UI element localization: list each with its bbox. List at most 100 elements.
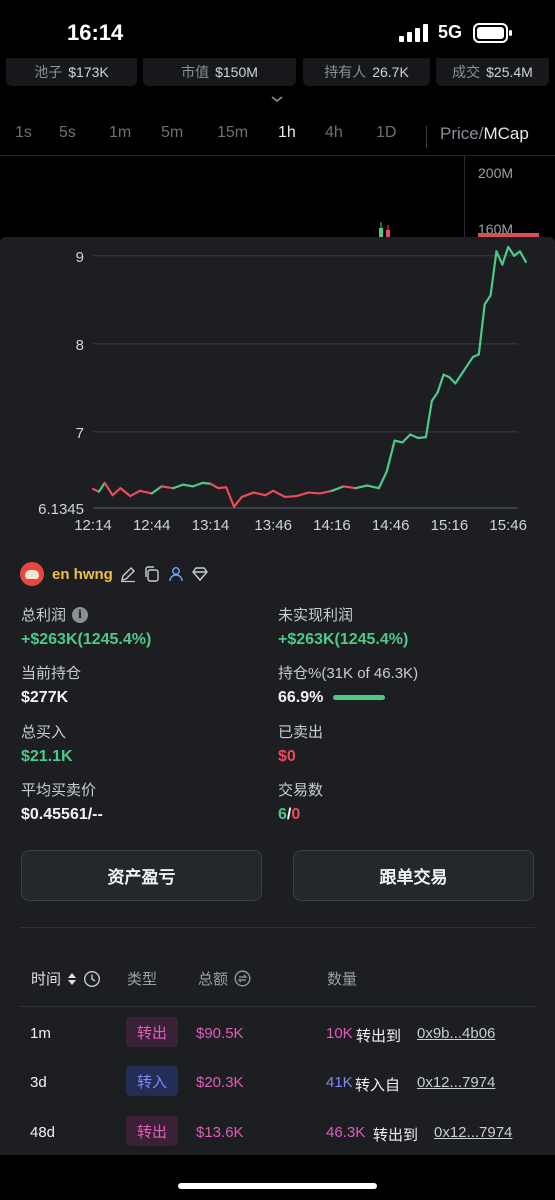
header-label: 数量 (327, 971, 358, 988)
diamond-icon[interactable] (191, 565, 209, 583)
edit-icon[interactable] (119, 565, 137, 583)
row-action: 转出到 (356, 1028, 402, 1045)
tab-1d[interactable]: 1D (376, 124, 396, 142)
tab-15m[interactable]: 15m (217, 124, 248, 142)
line-segment (295, 491, 310, 498)
status-bar: 16:14 5G (0, 0, 555, 62)
line-segment (448, 376, 457, 385)
avatar (20, 562, 44, 586)
row-address-link[interactable]: 0x9b...4b06 (417, 1025, 495, 1042)
metric-value: $277K (21, 689, 69, 706)
line-segment (111, 487, 122, 497)
tab-1m[interactable]: 1m (109, 124, 131, 142)
copy-icon[interactable] (143, 565, 161, 583)
wallet-detail-sheet: 6.1345 7 8 9 12:14 12:44 13:14 13:46 14:16 14:46 1… (0, 237, 555, 1155)
token-stats-row: 池子 $173K 市值 $150M 持有人 26.7K 成交 $25.4M (0, 58, 555, 86)
metric-value: +$263K(1245.4%) (278, 631, 409, 648)
toggle-price[interactable]: Price (440, 124, 479, 143)
network-type: 5G (438, 22, 463, 42)
home-indicator[interactable] (178, 1183, 377, 1189)
stat-pool: 池子 $173K (6, 58, 137, 86)
metric-tx-count: 交易数 6/0 (278, 779, 323, 824)
line-segment (495, 250, 504, 266)
battery-icon (473, 23, 512, 43)
column-header-total[interactable]: 总额 (198, 968, 251, 989)
x-tick-label: 14:46 (372, 517, 410, 534)
holding-progress-bar (333, 695, 386, 701)
line-segment (138, 489, 153, 495)
line-segment (252, 491, 267, 497)
table-row[interactable]: 1m 转出 $90.5K 10K 转出到 0x9b...4b06 (0, 1015, 555, 1055)
wallet-header: en hwng (20, 562, 209, 586)
stat-value: $173K (68, 64, 109, 80)
row-time: 3d (30, 1074, 47, 1091)
tabs-divider (426, 126, 427, 148)
line-segment (460, 364, 469, 376)
row-quantity: 10K (326, 1025, 353, 1042)
table-row[interactable]: 48d 转出 $13.6K 46.3K 转出到 0x12...7974 (0, 1114, 555, 1154)
price-mcap-toggle[interactable]: Price/MCap (440, 124, 529, 144)
chevron-down-icon[interactable] (270, 94, 284, 104)
metric-sold: 已卖出 $0 (278, 721, 323, 766)
clock-icon[interactable] (83, 970, 101, 988)
line-segment (483, 294, 492, 306)
line-segment (417, 436, 428, 440)
wallet-name[interactable]: en hwng (52, 566, 113, 583)
sell-count: 0 (291, 806, 301, 823)
row-total: $90.5K (196, 1025, 244, 1042)
section-divider (20, 927, 535, 928)
metric-avg-price: 平均买卖价 $0.45561/-- (21, 779, 103, 824)
x-tick-label: 13:14 (192, 517, 230, 534)
line-segment (232, 495, 243, 508)
metric-value: $21.1K (21, 748, 73, 765)
line-segment (489, 250, 498, 297)
row-action: 转出到 (373, 1127, 419, 1144)
x-tick-label: 14:16 (313, 517, 351, 534)
toggle-mcap[interactable]: MCap (483, 124, 528, 143)
line-segment (319, 489, 334, 495)
metric-value: $0.45561/-- (21, 806, 103, 823)
stat-label: 市值 (181, 64, 210, 80)
line-segment (264, 489, 275, 497)
table-row[interactable]: 3d 转入 $20.3K 41K 转入自 0x12...7974 (0, 1064, 555, 1104)
row-address-link[interactable]: 0x12...7974 (434, 1124, 512, 1141)
line-segment (240, 491, 255, 499)
asset-pnl-button[interactable]: 资产盈亏 (21, 850, 262, 901)
tab-5m[interactable]: 5m (161, 124, 183, 142)
metric-value: +$263K(1245.4%) (21, 631, 152, 648)
line-segment (307, 491, 322, 495)
tab-5s[interactable]: 5s (59, 124, 76, 142)
swap-icon[interactable] (234, 970, 251, 987)
header-label: 总额 (198, 971, 229, 988)
line-segment (518, 250, 527, 264)
line-segment (342, 485, 357, 490)
cellular-signal-icon (399, 24, 428, 42)
tab-1s[interactable]: 1s (15, 124, 32, 142)
row-address-link[interactable]: 0x12...7974 (417, 1074, 495, 1091)
row-time: 48d (30, 1124, 56, 1141)
status-time: 16:14 (67, 20, 124, 45)
line-segment (385, 439, 396, 473)
line-segment (366, 484, 381, 490)
stat-label: 成交 (452, 64, 481, 80)
header-label: 类型 (127, 971, 158, 988)
column-header-type: 类型 (127, 968, 157, 989)
line-segment (465, 355, 475, 367)
line-segment (160, 485, 175, 490)
tab-1h[interactable]: 1h (278, 124, 296, 142)
line-segment (172, 483, 185, 490)
tab-4h[interactable]: 4h (325, 124, 343, 142)
line-segment (354, 484, 369, 490)
stat-label: 持有人 (324, 64, 367, 80)
column-header-time[interactable]: 时间 (31, 968, 101, 989)
user-icon[interactable] (167, 565, 185, 583)
line-segment (283, 494, 298, 499)
y-tick-label: 7 (76, 425, 84, 442)
sort-icon[interactable] (67, 972, 77, 986)
price-line-chart: 6.1345 7 8 9 12:14 12:44 13:14 13:46 14:16 14:46 1… (38, 245, 527, 534)
copy-trade-button[interactable]: 跟单交易 (293, 850, 534, 901)
line-segment (191, 481, 204, 488)
info-icon[interactable]: i (72, 606, 89, 623)
line-segment (225, 486, 236, 508)
metric-value: $0 (278, 748, 296, 765)
